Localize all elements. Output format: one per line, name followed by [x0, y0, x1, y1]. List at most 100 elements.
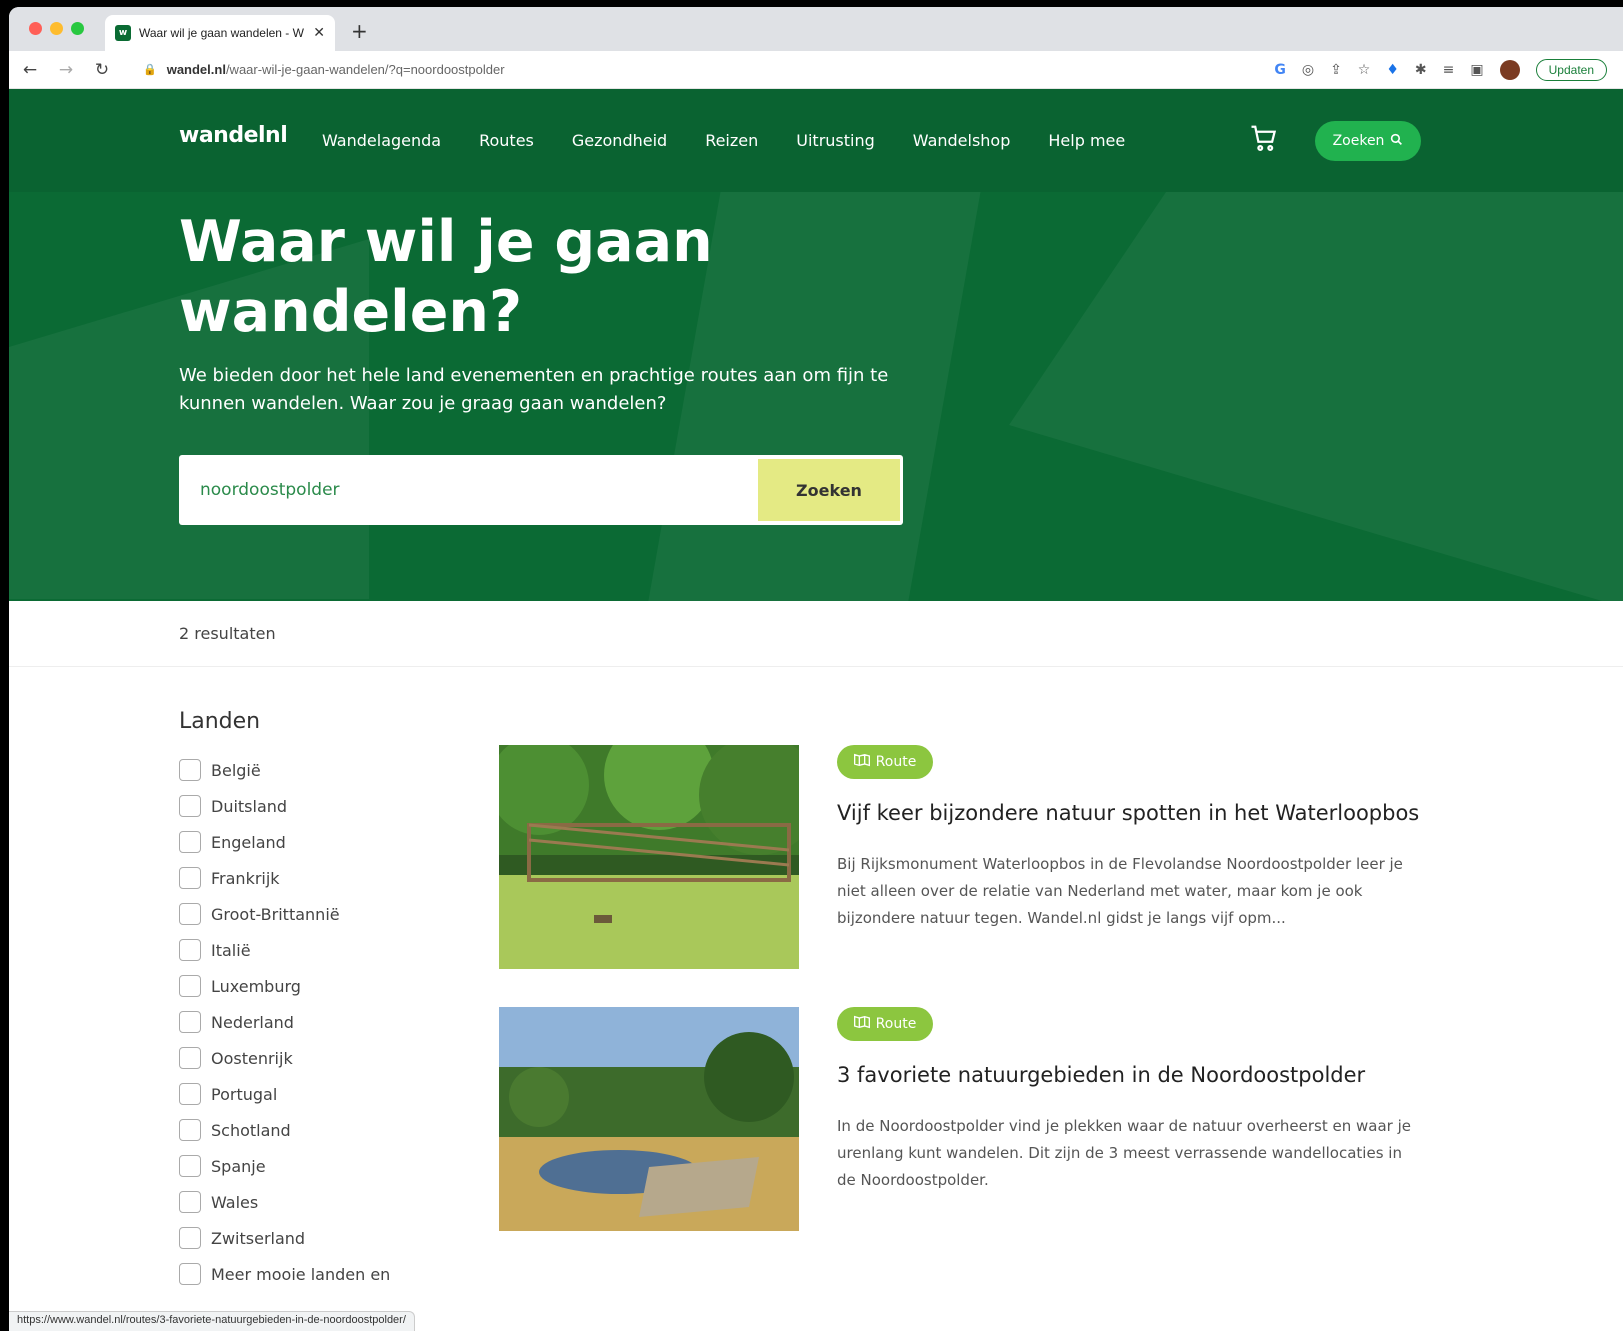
filter-label: Zwitserland [211, 1228, 306, 1248]
close-window-button[interactable] [29, 22, 42, 35]
browser-window: w Waar wil je gaan wandelen - W ✕ + ← → … [9, 7, 1623, 1331]
hero-section: wandelnl Wandelagenda Routes Gezondheid … [9, 89, 1623, 601]
filter-checkbox[interactable] [179, 1227, 201, 1249]
country-filters: Landen België Duitsland Engeland Frankrijk G… [179, 709, 390, 1292]
filter-item[interactable]: Engeland [179, 824, 390, 860]
share-icon[interactable]: ⇪ [1330, 62, 1342, 78]
header-search-label: Zoeken [1332, 133, 1385, 149]
reload-icon[interactable]: ↻ [91, 60, 113, 80]
filter-checkbox[interactable] [179, 975, 201, 997]
filter-checkbox[interactable] [179, 1047, 201, 1069]
filter-checkbox[interactable] [179, 903, 201, 925]
result-title[interactable]: Vijf keer bijzondere natuur spotten in h… [837, 801, 1419, 825]
star-icon[interactable]: ☆ [1358, 62, 1371, 78]
menu-item-wandelshop[interactable]: Wandelshop [913, 131, 1011, 150]
filter-item[interactable]: Groot-Brittannië [179, 896, 390, 932]
search-input[interactable] [182, 458, 758, 522]
sidepanel-icon[interactable]: ▣ [1470, 62, 1483, 78]
filter-checkbox[interactable] [179, 1155, 201, 1177]
filter-label: Groot-Brittannië [211, 904, 340, 924]
menu-item-wandelagenda[interactable]: Wandelagenda [322, 131, 441, 150]
filter-checkbox[interactable] [179, 1263, 201, 1285]
website: wandelnl Wandelagenda Routes Gezondheid … [9, 89, 1623, 1331]
page-title: Waar wil je gaan wandelen? [179, 209, 713, 345]
filter-item[interactable]: Meer mooie landen en [179, 1256, 390, 1292]
filter-item[interactable]: Duitsland [179, 788, 390, 824]
puzzle-icon[interactable]: ✱ [1415, 62, 1427, 78]
site-logo[interactable]: wandelnl [179, 123, 288, 148]
filter-checkbox[interactable] [179, 1083, 201, 1105]
filter-item[interactable]: Schotland [179, 1112, 390, 1148]
new-tab-icon[interactable]: + [351, 19, 368, 43]
google-icon[interactable]: G [1274, 62, 1286, 78]
forward-icon[interactable]: → [55, 60, 77, 80]
result-card[interactable]: Route 3 favoriete natuurgebieden in de N… [499, 1007, 1429, 1233]
filter-item[interactable]: Portugal [179, 1076, 390, 1112]
filter-label: Frankrijk [211, 868, 280, 888]
filter-item[interactable]: Wales [179, 1184, 390, 1220]
filter-checkbox[interactable] [179, 1119, 201, 1141]
filter-checkbox[interactable] [179, 759, 201, 781]
menu-item-gezondheid[interactable]: Gezondheid [572, 131, 667, 150]
profile-avatar[interactable] [1499, 59, 1520, 80]
filter-item[interactable]: Frankrijk [179, 860, 390, 896]
update-button[interactable]: Updaten [1535, 58, 1607, 81]
filter-checkbox[interactable] [179, 1191, 201, 1213]
menu-item-help-mee[interactable]: Help mee [1048, 131, 1125, 150]
filter-checkbox[interactable] [179, 795, 201, 817]
eye-off-icon[interactable]: ◎ [1302, 62, 1314, 78]
back-icon[interactable]: ← [19, 60, 41, 80]
menu-item-routes[interactable]: Routes [479, 131, 534, 150]
filter-item[interactable]: Oostenrijk [179, 1040, 390, 1076]
filter-item[interactable]: Luxemburg [179, 968, 390, 1004]
filter-item[interactable]: België [179, 752, 390, 788]
map-icon [853, 753, 870, 771]
tab-title: Waar wil je gaan wandelen - W [139, 26, 304, 40]
filter-checkbox[interactable] [179, 1011, 201, 1033]
page-subtitle: We bieden door het hele land evenementen… [179, 365, 889, 414]
filter-item[interactable]: Italië [179, 932, 390, 968]
filter-label: Portugal [211, 1084, 278, 1104]
maximize-window-button[interactable] [71, 22, 84, 35]
filter-label: Nederland [211, 1012, 294, 1032]
window-controls [29, 22, 84, 35]
route-badge: Route [837, 1007, 933, 1041]
drop-icon[interactable]: ♦ [1386, 62, 1399, 78]
cart-icon[interactable] [1249, 123, 1279, 160]
header-search-button[interactable]: Zoeken [1315, 121, 1421, 161]
badge-label: Route [875, 754, 917, 770]
search-button[interactable]: Zoeken [758, 459, 900, 521]
result-image-waterloopbos[interactable] [499, 745, 799, 969]
filter-item[interactable]: Nederland [179, 1004, 390, 1040]
filter-item[interactable]: Zwitserland [179, 1220, 390, 1256]
status-bar-url: https://www.wandel.nl/routes/3-favoriete… [9, 1311, 415, 1331]
browser-tab[interactable]: w Waar wil je gaan wandelen - W ✕ [105, 15, 335, 51]
filter-checkbox[interactable] [179, 939, 201, 961]
result-image-noordoostpolder[interactable] [499, 1007, 799, 1231]
address-bar[interactable]: 🔒 wandel.nl/waar-wil-je-gaan-wandelen/?q… [127, 56, 1260, 84]
filter-label: Luxemburg [211, 976, 301, 996]
route-badge: Route [837, 745, 933, 779]
search-icon [1390, 133, 1403, 150]
close-tab-icon[interactable]: ✕ [313, 25, 325, 41]
result-description: Bij Rijksmonument Waterloopbos in de Fle… [837, 855, 1403, 927]
filter-label: Meer mooie landen en [211, 1264, 391, 1284]
minimize-window-button[interactable] [50, 22, 63, 35]
search-form: Zoeken [179, 455, 903, 525]
menu-item-reizen[interactable]: Reizen [705, 131, 758, 150]
filter-checkbox[interactable] [179, 831, 201, 853]
browser-toolbar: ← → ↻ 🔒 wandel.nl/waar-wil-je-gaan-wande… [9, 51, 1623, 89]
menu-item-uitrusting[interactable]: Uitrusting [796, 131, 875, 150]
filter-label: Wales [211, 1192, 259, 1212]
filter-label: België [211, 760, 261, 780]
result-card[interactable]: Route Vijf keer bijzondere natuur spotte… [499, 745, 1429, 971]
result-title[interactable]: 3 favoriete natuurgebieden in de Noordoo… [837, 1063, 1365, 1087]
tab-bar: w Waar wil je gaan wandelen - W ✕ + [9, 7, 1623, 51]
media-icon[interactable]: ≡ [1443, 62, 1455, 78]
filter-checkbox[interactable] [179, 867, 201, 889]
main-menu: Wandelagenda Routes Gezondheid Reizen Ui… [322, 131, 1125, 150]
lock-icon: 🔒 [143, 63, 157, 76]
filter-item[interactable]: Spanje [179, 1148, 390, 1184]
filter-label: Duitsland [211, 796, 288, 816]
extensions-area: G ◎ ⇪ ☆ ♦ ✱ ≡ ▣ Updaten [1274, 58, 1613, 81]
